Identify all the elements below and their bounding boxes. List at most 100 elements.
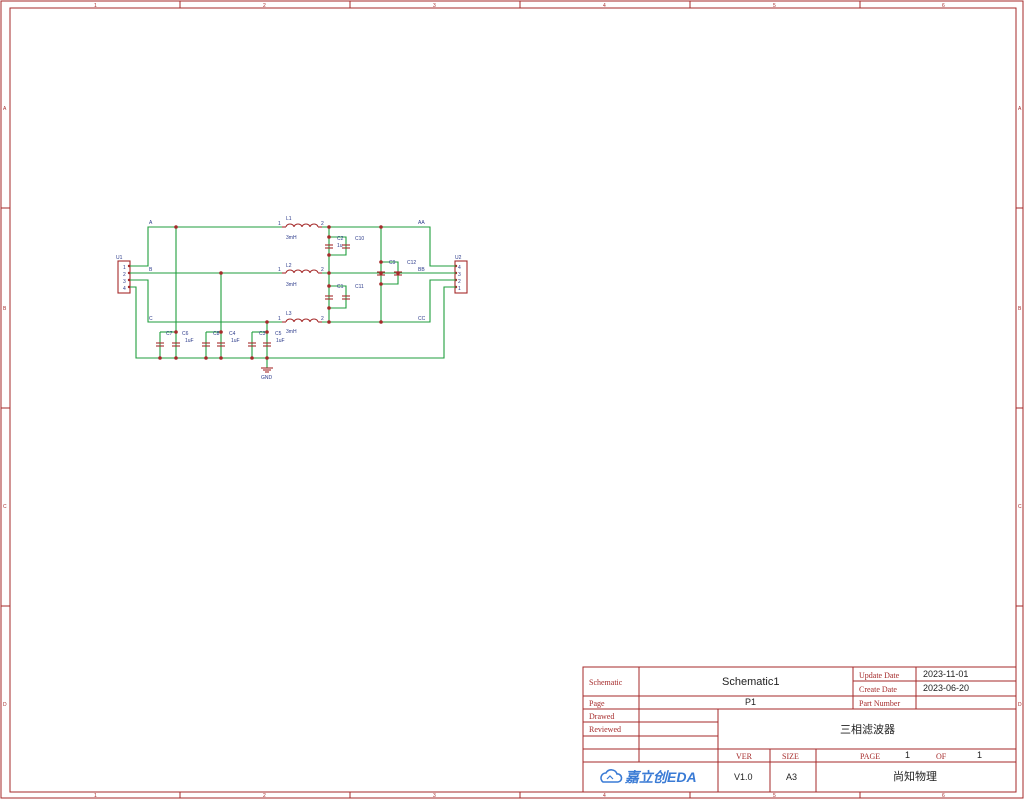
u2-pin-1: 1 xyxy=(458,286,461,292)
row-label-d-right: D xyxy=(1018,702,1022,708)
tb-part-number-label: Part Number xyxy=(859,699,900,708)
tb-update-date-label: Update Date xyxy=(859,671,900,680)
col-label-2: 2 xyxy=(263,3,266,9)
tb-logo-text: 嘉立创EDA xyxy=(624,769,697,785)
tb-update-date: 2023-11-01 xyxy=(923,669,968,679)
net-label-gnd: GND xyxy=(261,375,273,381)
tb-schematic-value: Schematic1 xyxy=(722,676,779,688)
tb-schematic-label: Schematic xyxy=(589,678,623,687)
capacitor-c3[interactable]: C3 xyxy=(248,331,266,347)
capacitor-c6-ref: C6 xyxy=(182,331,189,337)
connector-u1-ref: U1 xyxy=(116,255,123,261)
inductor-l2-pin2: 2 xyxy=(321,267,324,273)
u2-pin-4: 4 xyxy=(458,265,461,271)
capacitor-c12-ref: C12 xyxy=(407,260,416,266)
inductor-l2-pin1: 1 xyxy=(278,267,281,273)
u1-pin-1: 1 xyxy=(123,265,126,271)
tb-page-num: 1 xyxy=(905,750,910,760)
tb-page-value: P1 xyxy=(745,697,756,707)
ground-symbol[interactable]: GND xyxy=(261,367,273,381)
tb-create-date-label: Create Date xyxy=(859,685,897,694)
u1-pin-2: 2 xyxy=(123,272,126,278)
net-label-a: A xyxy=(149,220,153,226)
inductor-l2-value: 3mH xyxy=(286,282,297,288)
inductor-l3-ref: L3 xyxy=(286,311,292,317)
capacitor-c10-ref: C10 xyxy=(355,236,364,242)
u2-pin-2: 2 xyxy=(458,279,461,285)
capacitor-c6-value: 1uF xyxy=(185,338,194,344)
tb-size-value: A3 xyxy=(786,772,797,782)
net-label-cc: CC xyxy=(418,316,426,322)
inductor-l2[interactable]: L2 3mH 1 2 xyxy=(278,263,324,288)
net-wires xyxy=(130,226,456,368)
net-label-bb: BB xyxy=(418,267,425,273)
capacitor-c1-ref: C1 xyxy=(337,284,344,290)
inductor-l3-value: 3mH xyxy=(286,329,297,335)
connector-u2-ref: U2 xyxy=(455,255,462,261)
capacitor-c4-value: 1uF xyxy=(231,338,240,344)
inductor-l3[interactable]: L3 3mH 1 2 xyxy=(278,311,324,335)
capacitor-c8-ref: C8 xyxy=(213,331,220,337)
title-block: Schematic Schematic1 Update Date 2023-11… xyxy=(582,666,1017,793)
schematic-sheet: 1 2 3 4 5 6 1 2 3 4 5 6 A B C D A B C D … xyxy=(0,0,1024,799)
tb-size-label: SIZE xyxy=(782,752,799,761)
net-label-b: B xyxy=(149,267,153,273)
col-label-1-bottom: 1 xyxy=(94,793,97,799)
tb-drawed-label: Drawed xyxy=(589,712,614,721)
col-label-5: 5 xyxy=(773,3,776,9)
cloud-logo-icon xyxy=(600,769,623,783)
capacitor-c5-ref: C5 xyxy=(275,331,282,337)
net-label-c: C xyxy=(149,316,153,322)
u1-pin-3: 3 xyxy=(123,279,126,285)
tb-company: 尚知物理 xyxy=(893,769,937,783)
tb-reviewed-label: Reviewed xyxy=(589,725,621,734)
row-label-c: C xyxy=(3,504,7,510)
col-label-6-bottom: 6 xyxy=(942,793,945,799)
inductor-l3-pin1: 1 xyxy=(278,316,281,322)
column-labels: 1 2 3 4 5 6 1 2 3 4 5 6 xyxy=(94,3,945,799)
row-label-a: A xyxy=(3,106,7,112)
connector-u2[interactable]: U2 4 3 2 1 xyxy=(454,255,468,294)
capacitor-c3-ref: C3 xyxy=(259,331,266,337)
inductor-l1-ref: L1 xyxy=(286,216,292,222)
capacitor-c8[interactable]: C8 xyxy=(202,331,220,347)
col-label-4: 4 xyxy=(603,3,606,9)
inductor-l1[interactable]: L1 3mH 1 2 xyxy=(278,216,324,241)
col-label-1: 1 xyxy=(94,3,97,9)
capacitor-c2-value: 1u xyxy=(337,243,343,249)
capacitor-c2-ref: C2 xyxy=(337,236,344,242)
capacitor-c11-ref: C11 xyxy=(355,284,364,290)
tb-of-label: OF xyxy=(936,752,947,761)
col-label-3: 3 xyxy=(433,3,436,9)
col-label-5-bottom: 5 xyxy=(773,793,776,799)
inductor-l1-pin2: 2 xyxy=(321,221,324,227)
col-label-3-bottom: 3 xyxy=(433,793,436,799)
tb-page-total: 1 xyxy=(977,750,982,760)
capacitor-c10[interactable]: C10 xyxy=(342,236,364,249)
tb-title: 三相滤波器 xyxy=(840,723,895,736)
tb-create-date: 2023-06-20 xyxy=(923,683,969,693)
row-label-d: D xyxy=(3,702,7,708)
net-label-aa: AA xyxy=(418,220,425,226)
tb-ver-label: VER xyxy=(736,752,753,761)
connector-u1[interactable]: U1 1 2 3 4 xyxy=(116,255,131,294)
u2-pin-3: 3 xyxy=(458,272,461,278)
circuit: U1 1 2 3 4 U2 4 3 2 1 L1 3mH 1 2 L2 3mH … xyxy=(116,216,468,381)
row-labels: A B C D A B C D xyxy=(3,106,1022,708)
row-label-a-right: A xyxy=(1018,106,1022,112)
col-label-6: 6 xyxy=(942,3,945,9)
capacitor-c7[interactable]: C7 xyxy=(156,331,173,347)
capacitor-c4-ref: C4 xyxy=(229,331,236,337)
inductor-l1-pin1: 1 xyxy=(278,221,281,227)
capacitor-c5-value: 1uF xyxy=(276,338,285,344)
row-label-b: B xyxy=(3,306,7,312)
tb-ver-value: V1.0 xyxy=(734,772,753,782)
tb-page-label: Page xyxy=(589,699,605,708)
capacitor-c9-ref: C9 xyxy=(389,260,396,266)
col-label-2-bottom: 2 xyxy=(263,793,266,799)
col-label-4-bottom: 4 xyxy=(603,793,606,799)
inductor-l1-value: 3mH xyxy=(286,235,297,241)
inductor-l2-ref: L2 xyxy=(286,263,292,269)
capacitor-c7-ref: C7 xyxy=(166,331,173,337)
inductor-l3-pin2: 2 xyxy=(321,316,324,322)
